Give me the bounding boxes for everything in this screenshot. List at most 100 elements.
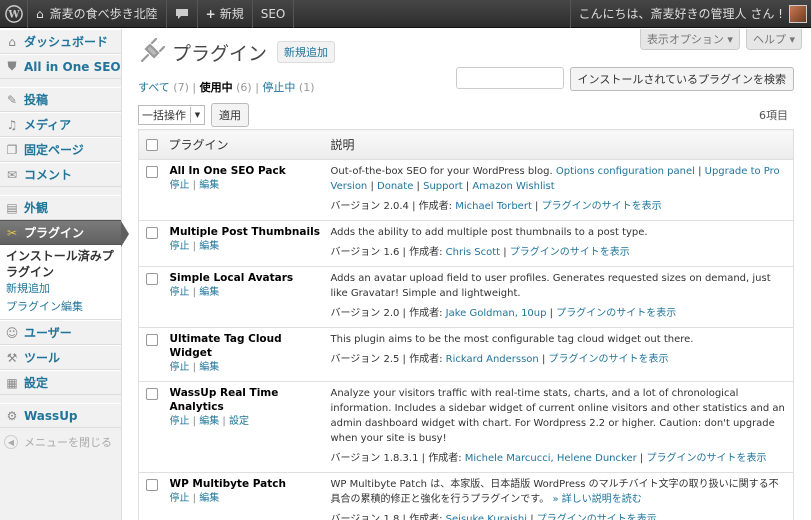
sidebar-item-label: 固定ページ [24, 143, 84, 157]
tools-icon: ⚒ [6, 350, 18, 365]
sidebar-item-label: プラグイン [24, 226, 85, 240]
table-row: Multiple Post Thumbnails 停止 | 編集 Adds the … [138, 220, 794, 267]
sidebar-item-appearance[interactable]: ▤ 外観 [0, 195, 121, 220]
chevron-down-icon: ▼ [190, 107, 204, 123]
plugin-search-input[interactable] [455, 67, 564, 89]
row-action-link[interactable]: 停止 [170, 362, 190, 373]
description-link[interactable]: » 詳しい説明を読む [553, 494, 642, 505]
sidebar-item-all-in-one-seo[interactable]: ⛊ All in One SEO [0, 54, 121, 79]
sidebar-item-posts[interactable]: ✎ 投稿 [0, 87, 121, 112]
search-plugins-button[interactable]: インストールされているプラグインを検索 [569, 67, 794, 91]
collapse-menu-button[interactable]: ◀ メニューを閉じる [0, 428, 121, 456]
sidebar-item-label: コメント [24, 168, 73, 182]
plugin-site-link[interactable]: プラグインのサイトを表示 [646, 453, 766, 464]
plugin-meta: バージョン 2.5 | 作成者: Rickard Andersson | プラグ… [330, 354, 669, 365]
author-link[interactable]: Rickard Andersson [446, 354, 539, 365]
row-actions: 停止 | 編集 [169, 493, 220, 504]
filter-inactive[interactable]: 停止中 [262, 81, 295, 94]
author-link[interactable]: Michael Torbert [455, 201, 532, 212]
plugin-checkbox[interactable] [146, 227, 158, 239]
admin-sidebar: ⌂ ダッシュボード ⛊ All in One SEO ✎ 投稿 ♫ メディア ❐ 固定ページ ✉ コメ… [0, 29, 129, 520]
plugins-submenu: インストール済みプラグイン 新規追加 プラグイン編集 [0, 245, 121, 320]
row-action-link[interactable]: 停止 [170, 241, 190, 252]
sidebar-item-users[interactable]: ☺ ユーザー [0, 320, 121, 345]
description-link[interactable]: Options configuration panel [556, 166, 695, 177]
table-row: Ultimate Tag Cloud Widget 停止 | 編集 This plu… [138, 327, 794, 382]
author-link[interactable]: Seisuke Kuraishi [446, 514, 527, 520]
column-header-plugin[interactable]: プラグイン [168, 129, 331, 160]
row-action-link[interactable]: 編集 [199, 493, 219, 504]
filter-all[interactable]: すべて [138, 81, 170, 94]
sidebar-item-settings[interactable]: ▦ 設定 [0, 370, 121, 395]
media-icon: ♫ [6, 117, 18, 132]
submenu-item[interactable]: プラグイン編集 [6, 298, 121, 316]
row-action-link[interactable]: 編集 [199, 416, 219, 427]
sidebar-item-tools[interactable]: ⚒ ツール [0, 345, 121, 370]
row-action-link[interactable]: 編集 [199, 287, 219, 298]
bulk-action-select[interactable]: 一括操作 ▼ [138, 105, 205, 125]
sidebar-item-dashboard[interactable]: ⌂ ダッシュボード [0, 29, 121, 54]
row-action-link[interactable]: 停止 [170, 493, 190, 504]
plugin-checkbox[interactable] [146, 388, 158, 400]
add-new-button[interactable]: 新規追加 [277, 41, 336, 63]
menu-separator [0, 79, 121, 87]
description-link[interactable]: Donate [377, 181, 413, 192]
sidebar-item-pages[interactable]: ❐ 固定ページ [0, 137, 121, 162]
row-action-link[interactable]: 停止 [170, 287, 190, 298]
settings-icon: ▦ [6, 375, 18, 390]
apply-button[interactable]: 適用 [211, 103, 249, 127]
plugin-description: WP Multibyte Patch は、本家版、日本語版 WordPress … [330, 479, 779, 505]
seo-menu[interactable]: SEO [253, 0, 295, 28]
plugin-site-link[interactable]: プラグインのサイトを表示 [537, 514, 657, 520]
description-link[interactable]: Amazon Wishlist [472, 181, 554, 192]
screen-options-button[interactable]: 表示オプション ▾ [639, 29, 740, 50]
help-button[interactable]: ヘルプ ▾ [745, 29, 802, 50]
plugin-checkbox[interactable] [146, 166, 158, 178]
wordpress-logo-icon[interactable]: W [0, 0, 28, 28]
site-name-link[interactable]: ⌂ 斎麦の食べ歩き北陸 [28, 0, 167, 28]
plugin-meta: バージョン 2.0.4 | 作成者: Michael Torbert | プラグ… [330, 201, 662, 212]
table-row: All In One SEO Pack 停止 | 編集 Out-of-the-box… [138, 159, 794, 221]
avatar [789, 4, 807, 23]
row-action-link[interactable]: 編集 [199, 180, 219, 191]
plugin-site-link[interactable]: プラグインのサイトを表示 [542, 201, 662, 212]
sidebar-item-plugins[interactable]: ✂ プラグイン [0, 220, 129, 247]
plugin-site-link[interactable]: プラグインのサイトを表示 [510, 247, 630, 258]
plugin-checkbox[interactable] [146, 479, 158, 491]
sidebar-item-wassup[interactable]: ⚙ WassUp [0, 403, 121, 428]
page-title: プラグイン [172, 42, 268, 65]
row-actions: 停止 | 編集 | 設定 [169, 416, 249, 427]
submenu-item[interactable]: インストール済みプラグイン [6, 248, 121, 280]
plugin-site-link[interactable]: プラグインのサイトを表示 [549, 354, 669, 365]
row-action-link[interactable]: 停止 [170, 416, 190, 427]
description-link[interactable]: Support [423, 181, 463, 192]
plus-icon: + [205, 6, 216, 21]
comments-bubble-icon[interactable] [167, 0, 198, 28]
sidebar-item-media[interactable]: ♫ メディア [0, 112, 121, 137]
select-all-checkbox[interactable] [146, 138, 158, 151]
row-action-link[interactable]: 編集 [199, 241, 219, 252]
filter-active[interactable]: 使用中 [200, 81, 233, 94]
plugin-description: Analyze your visitors traffic with real-… [330, 388, 785, 444]
author-link[interactable]: Michele Marcucci, Helene Duncker [465, 453, 637, 464]
plugins-icon: ✂ [6, 225, 18, 240]
menu-separator [0, 395, 121, 403]
sidebar-item-comments[interactable]: ✉ コメント [0, 162, 121, 187]
my-account-menu[interactable]: こんにちは、斎麦好きの管理人 さん ! [569, 0, 811, 28]
plugin-name: Ultimate Tag Cloud Widget [169, 333, 282, 359]
row-action-link[interactable]: 編集 [199, 362, 219, 373]
row-action-link[interactable]: 設定 [229, 416, 249, 427]
submenu-item[interactable]: 新規追加 [6, 280, 121, 298]
plugin-checkbox[interactable] [146, 334, 158, 346]
admin-bar: W ⌂ 斎麦の食べ歩き北陸 + 新規 SEO こんにちは、斎麦好きの管理人 さん… [0, 0, 811, 28]
new-content-menu[interactable]: + 新規 [198, 0, 253, 28]
plugin-meta: バージョン 1.8.3.1 | 作成者: Michele Marcucci, H… [330, 453, 767, 464]
plugin-site-link[interactable]: プラグインのサイトを表示 [556, 308, 676, 319]
table-row: WP Multibyte Patch 停止 | 編集 WP Multibyte Pa… [138, 472, 794, 520]
plugin-name: Simple Local Avatars [169, 272, 294, 284]
plugin-name: WP Multibyte Patch [169, 478, 286, 490]
author-link[interactable]: Jake Goldman, 10up [446, 308, 547, 319]
author-link[interactable]: Chris Scott [446, 247, 500, 258]
plugin-checkbox[interactable] [146, 273, 158, 285]
row-action-link[interactable]: 停止 [170, 180, 190, 191]
